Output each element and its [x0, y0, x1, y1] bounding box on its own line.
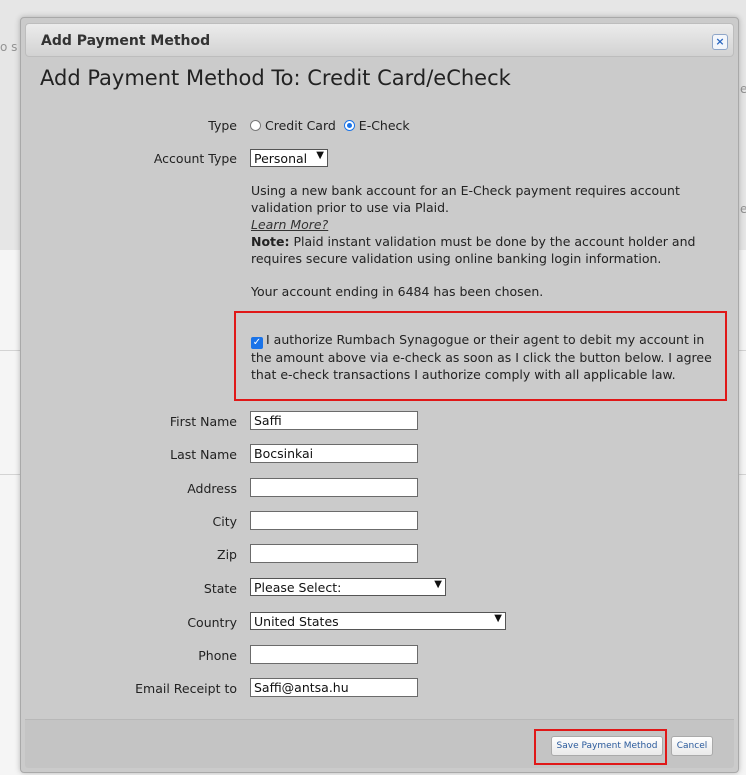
phone-input[interactable] — [250, 645, 418, 664]
authorization-block: ✓ I authorize Rumbach Synagogue or their … — [251, 331, 721, 383]
first-name-input[interactable]: Saffi — [250, 411, 418, 430]
account-type-label: Account Type — [153, 151, 237, 166]
close-icon: × — [715, 35, 725, 48]
page-title: Add Payment Method To: Credit Card/eChec… — [40, 66, 511, 90]
type-label: Type — [208, 118, 237, 133]
city-input[interactable] — [250, 511, 418, 530]
account-type-value: Personal — [254, 151, 308, 166]
account-chosen-text: Your account ending in 6484 has been cho… — [251, 284, 544, 299]
type-radio-group: Credit Card E-Check — [250, 118, 414, 133]
phone-label: Phone — [198, 648, 237, 663]
learn-more-link[interactable]: Learn More? — [251, 217, 328, 232]
first-name-label: First Name — [169, 414, 237, 429]
last-name-label: Last Name — [170, 447, 237, 462]
note-label: Note: — [251, 234, 290, 249]
authorization-checkbox[interactable]: ✓ — [251, 337, 263, 349]
authorization-text: I authorize Rumbach Synagogue or their a… — [251, 332, 712, 382]
bank-validation-notice: Using a new bank account for an E-Check … — [251, 183, 680, 215]
dialog-title: Add Payment Method — [41, 33, 211, 49]
zip-input[interactable] — [250, 544, 418, 563]
dialog-titlebar: Add Payment Method × — [25, 23, 734, 57]
plaid-note: Note: Plaid instant validation must be d… — [251, 233, 721, 267]
learn-more-wrapper: Learn More? — [251, 216, 721, 233]
country-label: Country — [187, 615, 237, 630]
save-payment-method-button[interactable]: Save Payment Method — [551, 736, 663, 756]
close-button[interactable]: × — [712, 34, 728, 50]
country-select[interactable]: United States ▼ — [250, 612, 506, 630]
address-input[interactable] — [250, 478, 418, 497]
state-value: Please Select: — [254, 580, 342, 595]
last-name-input[interactable]: Bocsinkai — [250, 444, 418, 463]
add-payment-method-dialog: Add Payment Method × Add Payment Method … — [20, 17, 739, 773]
credit-card-radio-label[interactable]: Credit Card — [265, 118, 336, 133]
address-label: Address — [187, 481, 237, 496]
chevron-down-icon: ▼ — [434, 579, 442, 590]
email-receipt-input[interactable]: Saffi@antsa.hu — [250, 678, 418, 697]
email-receipt-label: Email Receipt to — [135, 681, 237, 696]
echeck-radio[interactable] — [343, 120, 355, 131]
zip-label: Zip — [217, 547, 237, 562]
country-value: United States — [254, 614, 339, 629]
cancel-button[interactable]: Cancel — [671, 736, 713, 756]
city-label: City — [212, 514, 238, 529]
credit-card-radio[interactable] — [250, 120, 261, 131]
echeck-radio-label[interactable]: E-Check — [359, 118, 410, 133]
note-text: Plaid instant validation must be done by… — [251, 234, 696, 266]
chevron-down-icon: ▼ — [316, 150, 324, 161]
chevron-down-icon: ▼ — [494, 613, 502, 624]
state-select[interactable]: Please Select: ▼ — [250, 578, 446, 596]
account-type-select[interactable]: Personal ▼ — [250, 149, 328, 167]
state-label: State — [203, 581, 237, 596]
